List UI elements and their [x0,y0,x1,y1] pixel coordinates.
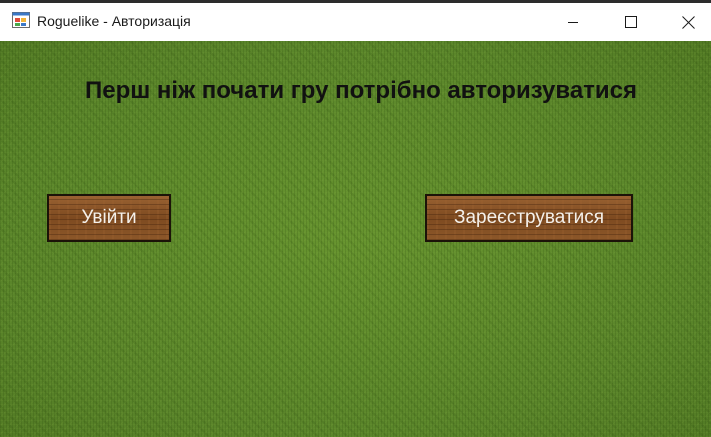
close-button[interactable] [659,3,711,41]
minimize-icon [568,22,578,23]
minimize-button[interactable] [544,3,602,41]
app-window: Roguelike - Авторизація Перш ніж почати … [0,0,711,437]
register-button[interactable]: Зареєструватися [425,194,633,242]
maximize-icon [625,16,637,28]
maximize-button[interactable] [602,3,660,41]
window-title: Roguelike - Авторизація [37,13,191,29]
page-heading: Перш ніж почати гру потрібно авторизуват… [84,77,638,104]
app-window-icon [12,12,30,28]
close-icon [681,15,695,29]
title-bar[interactable]: Roguelike - Авторизація [0,3,711,41]
login-button[interactable]: Увійти [47,194,171,242]
grass-background: Перш ніж почати гру потрібно авторизуват… [0,41,711,437]
